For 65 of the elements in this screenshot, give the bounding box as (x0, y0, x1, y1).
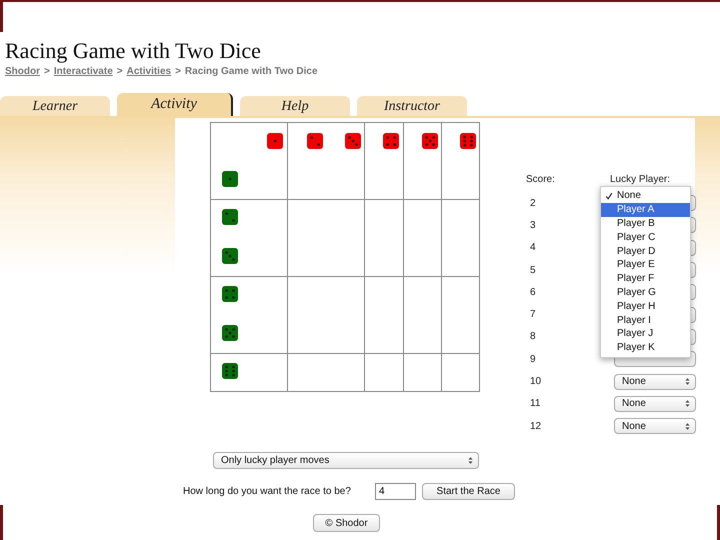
breadcrumb-separator: > (116, 66, 123, 78)
menu-item[interactable]: Player G (601, 286, 690, 300)
start-race-button[interactable]: Start the Race (422, 483, 515, 500)
menu-item[interactable]: Player K (601, 340, 690, 355)
score-label: 2 (529, 198, 537, 209)
frame-mark (0, 0, 3, 32)
menu-item[interactable]: Player B (601, 216, 690, 230)
score-label: 8 (529, 331, 537, 342)
menu-item[interactable]: Player H (601, 299, 690, 314)
die-icon (422, 133, 438, 149)
frame-mark (717, 505, 720, 540)
frame-mark (0, 505, 3, 540)
die-icon (222, 325, 238, 341)
score-label: 5 (529, 264, 537, 276)
menu-item[interactable]: Player D (601, 244, 690, 258)
page-title: Racing Game with Two Dice (5, 38, 262, 64)
shodor-credit-button[interactable]: © Shodor (313, 514, 380, 532)
score-label: 4 (529, 242, 537, 254)
score-label: 3 (529, 220, 537, 231)
breadcrumb-link[interactable]: Interactivate (54, 66, 113, 78)
breadcrumb-link[interactable]: Activities (126, 66, 172, 78)
race-length-question: How long do you want the race to be? (183, 486, 352, 498)
die-icon (460, 133, 476, 149)
breadcrumb-separator: > (175, 66, 181, 78)
die-icon (222, 248, 238, 264)
race-length-field[interactable]: 4 (375, 483, 416, 500)
tab[interactable]: Learner (0, 96, 110, 116)
mode-select[interactable]: Only lucky player moves (213, 452, 479, 470)
score-label: 10 (529, 376, 542, 388)
updown-icon (685, 399, 690, 408)
tab[interactable]: Activity (117, 93, 233, 116)
menu-item[interactable]: Player F (601, 272, 690, 286)
score-label: 6 (529, 286, 537, 298)
updown-icon (685, 422, 690, 431)
die-icon (267, 133, 283, 149)
die-icon (307, 133, 323, 149)
score-label: 9 (529, 354, 537, 365)
breadcrumb-separator: > (44, 66, 50, 78)
updown-icon (685, 377, 690, 386)
menu-item[interactable]: Player I (601, 313, 690, 327)
menu-item[interactable]: Player A (601, 202, 690, 217)
die-icon (222, 363, 238, 379)
lucky-player-heading: Lucky Player: (610, 174, 670, 184)
breadcrumb-current: Racing Game with Two Dice (184, 66, 318, 78)
player-select[interactable]: None (614, 374, 696, 390)
die-icon (222, 209, 238, 225)
score-heading: Score: (526, 174, 556, 184)
tab[interactable]: Help (240, 96, 350, 116)
breadcrumb-link[interactable]: Shodor (5, 66, 40, 78)
menu-item[interactable]: Player C (601, 230, 690, 244)
score-label: 7 (529, 309, 537, 320)
menu-item[interactable]: None (601, 189, 690, 203)
score-label: 12 (529, 420, 542, 432)
menu-item[interactable]: Player J (601, 326, 690, 341)
die-icon (345, 133, 361, 149)
menu-item[interactable]: Player E (601, 258, 690, 272)
die-icon (222, 171, 238, 187)
die-icon (222, 286, 238, 302)
check-icon (605, 192, 613, 200)
player-select[interactable]: None (614, 418, 696, 434)
die-icon (383, 133, 399, 149)
score-label: 11 (529, 398, 542, 410)
tab[interactable]: Instructor (357, 96, 467, 116)
player-select[interactable]: None (614, 396, 696, 412)
updown-icon (468, 456, 473, 466)
